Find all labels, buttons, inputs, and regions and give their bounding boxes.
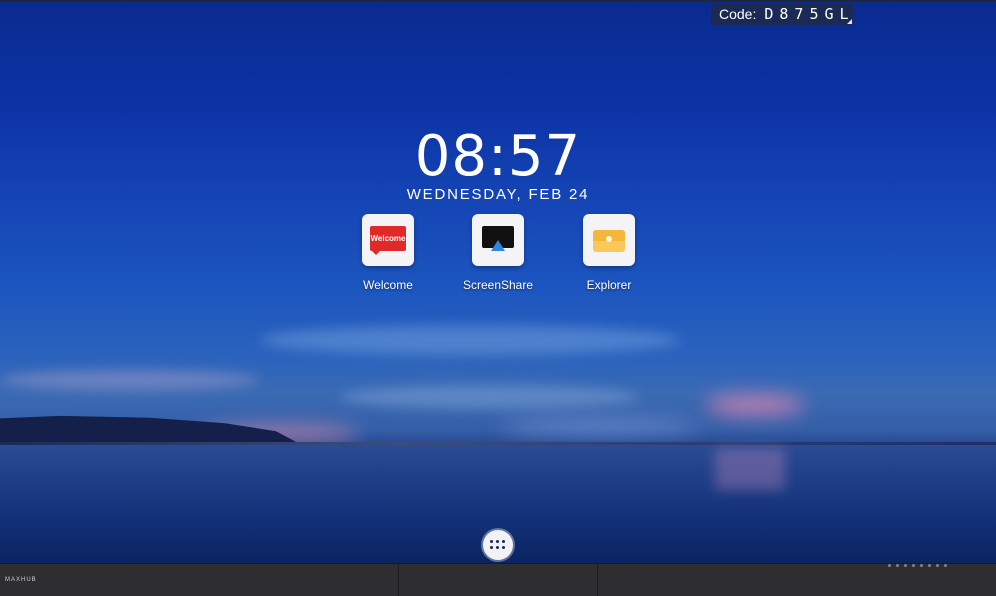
folder-icon[interactable] [583, 214, 635, 266]
speech-tail [372, 251, 380, 255]
resize-corner-icon [847, 19, 852, 24]
desktop-screen: Code: D875GL 08:57 WEDNESDAY, FEB 24 Wel… [0, 0, 996, 596]
code-label: Code: [719, 6, 757, 22]
welcome-tile-text: Welcome [370, 234, 406, 243]
app-explorer[interactable]: Explorer [554, 214, 664, 292]
bezel-divider [597, 564, 598, 596]
cloud-band [0, 370, 260, 390]
clock-date: WEDNESDAY, FEB 24 [406, 186, 590, 203]
code-value: D875GL [764, 5, 855, 23]
app-grid-icon [490, 540, 506, 550]
app-label-welcome: Welcome [363, 278, 413, 292]
brand-logo: MAXHUB [5, 577, 37, 583]
cloud-band [260, 325, 680, 355]
cloud-band [340, 385, 640, 409]
hill-silhouette [0, 415, 300, 444]
app-label-screenshare: ScreenShare [462, 278, 534, 292]
folder-clasp [606, 236, 612, 242]
welcome-card-icon[interactable]: Welcome [362, 214, 414, 266]
app-welcome[interactable]: Welcome Welcome [333, 214, 443, 292]
indicator-lights [888, 564, 947, 567]
bezel-divider [398, 564, 399, 596]
pink-cloud [705, 395, 805, 415]
welcome-card-shape: Welcome [370, 226, 406, 251]
clock-time: 08:57 [414, 124, 582, 189]
app-screenshare[interactable]: ScreenShare [443, 214, 553, 292]
app-drawer-button[interactable] [483, 530, 513, 560]
top-border [0, 0, 996, 2]
share-arrow [491, 240, 505, 251]
app-label-explorer: Explorer [586, 278, 632, 292]
code-badge[interactable]: Code: D875GL [711, 3, 853, 25]
bottom-bezel [0, 563, 996, 596]
water-reflection [715, 448, 785, 490]
horizon-glow [500, 418, 700, 436]
screenshare-icon[interactable] [472, 214, 524, 266]
